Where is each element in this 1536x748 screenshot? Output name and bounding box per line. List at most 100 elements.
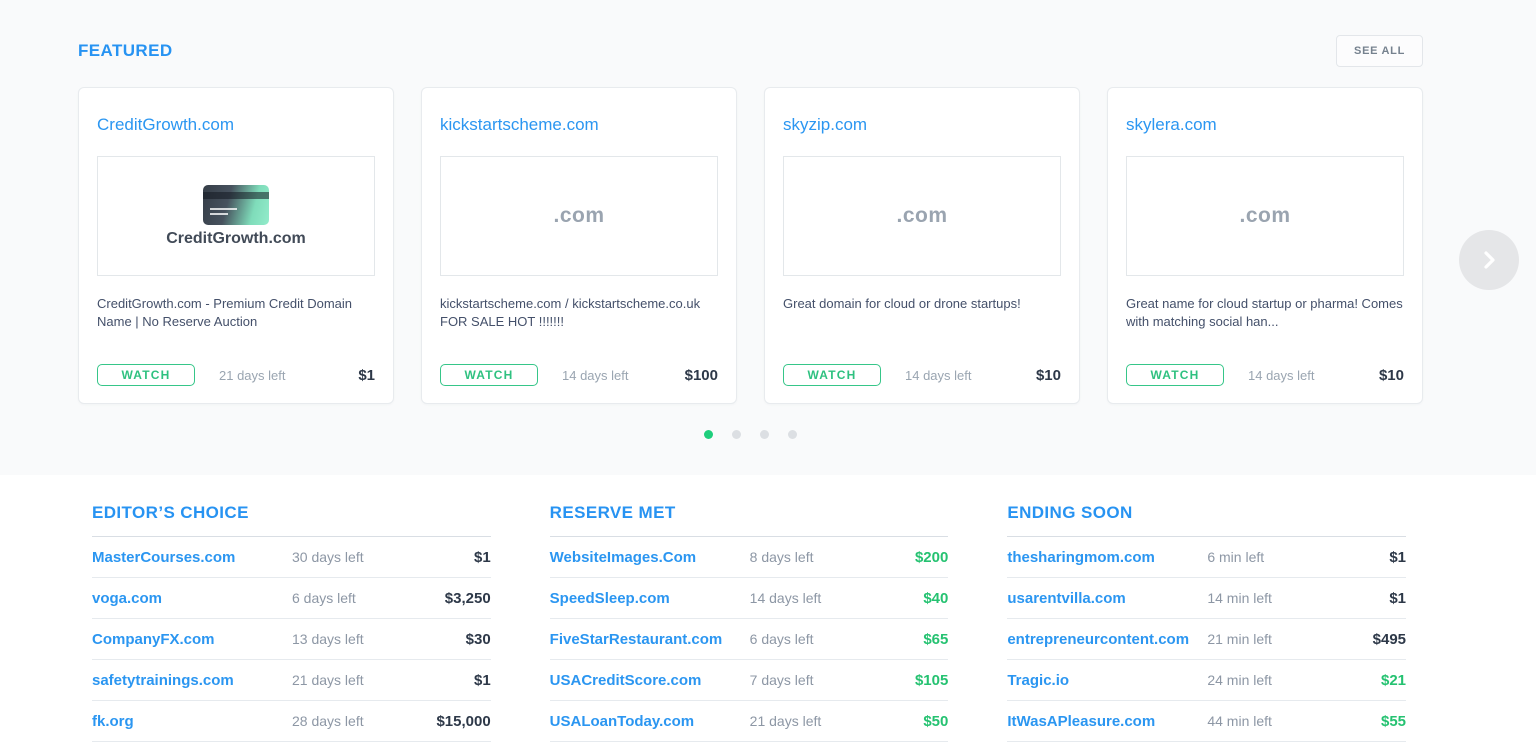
list-item[interactable]: Tragic.io 24 min left $21 bbox=[1007, 660, 1406, 701]
domain-link[interactable]: fk.org bbox=[92, 713, 292, 730]
watch-button[interactable]: WATCH bbox=[1126, 364, 1224, 386]
card-time-left: 14 days left bbox=[562, 368, 629, 383]
list-item[interactable]: ItWasAPleasure.com 44 min left $55 bbox=[1007, 701, 1406, 742]
time-left: 6 days left bbox=[292, 590, 356, 606]
price: $30 bbox=[466, 631, 491, 648]
highlight-lists: EDITOR’S CHOICE MasterCourses.com 30 day… bbox=[92, 503, 1406, 742]
time-left: 21 min left bbox=[1207, 631, 1272, 647]
card-price: $10 bbox=[1036, 367, 1061, 384]
featured-header: FEATURED SEE ALL bbox=[78, 36, 1423, 66]
list-item[interactable]: safetytrainings.com 21 days left $1 bbox=[92, 660, 491, 701]
card-stripe bbox=[203, 192, 269, 199]
time-left: 6 days left bbox=[750, 631, 814, 647]
time-left: 14 days left bbox=[750, 590, 822, 606]
time-left: 7 days left bbox=[750, 672, 814, 688]
card-image: CreditGrowth.com bbox=[97, 156, 375, 276]
list-item[interactable]: entrepreneurcontent.com 21 min left $495 bbox=[1007, 619, 1406, 660]
time-left: 14 min left bbox=[1207, 590, 1272, 606]
watch-button[interactable]: WATCH bbox=[440, 364, 538, 386]
price: $3,250 bbox=[445, 590, 491, 607]
card-description: Great name for cloud startup or pharma! … bbox=[1126, 295, 1404, 331]
price: $15,000 bbox=[436, 713, 490, 730]
reserve-met-column: RESERVE MET WebsiteImages.Com 8 days lef… bbox=[550, 503, 949, 742]
list-item[interactable]: WebsiteImages.Com 8 days left $200 bbox=[550, 537, 949, 578]
card-price: $10 bbox=[1379, 367, 1404, 384]
card-image: .com bbox=[440, 156, 718, 276]
price: $1 bbox=[474, 672, 491, 689]
price: $40 bbox=[923, 590, 948, 607]
domain-link[interactable]: voga.com bbox=[92, 590, 292, 607]
card-time-left: 21 days left bbox=[219, 368, 286, 383]
card-line bbox=[210, 213, 228, 215]
list-item[interactable]: SpeedSleep.com 14 days left $40 bbox=[550, 578, 949, 619]
domain-link[interactable]: USALoanToday.com bbox=[550, 713, 750, 730]
time-left: 28 days left bbox=[292, 713, 364, 729]
list-item[interactable]: CompanyFX.com 13 days left $30 bbox=[92, 619, 491, 660]
domain-link[interactable]: SpeedSleep.com bbox=[550, 590, 750, 607]
featured-title: FEATURED bbox=[78, 41, 173, 61]
featured-cards: CreditGrowth.com CreditGrowth.com Credit… bbox=[78, 87, 1423, 404]
auction-card[interactable]: skyzip.com .com Great domain for cloud o… bbox=[764, 87, 1080, 404]
time-left: 13 days left bbox=[292, 631, 364, 647]
domain-link[interactable]: CompanyFX.com bbox=[92, 631, 292, 648]
column-title: EDITOR’S CHOICE bbox=[92, 503, 491, 523]
dotcom-placeholder: .com bbox=[896, 204, 947, 228]
featured-section: FEATURED SEE ALL CreditGrowth.com Credit… bbox=[0, 0, 1536, 475]
list-item[interactable]: MasterCourses.com 30 days left $1 bbox=[92, 537, 491, 578]
auction-card[interactable]: CreditGrowth.com CreditGrowth.com Credit… bbox=[78, 87, 394, 404]
list-item[interactable]: usarentvilla.com 14 min left $1 bbox=[1007, 578, 1406, 619]
list-item[interactable]: fk.org 28 days left $15,000 bbox=[92, 701, 491, 742]
list-item[interactable]: thesharingmom.com 6 min left $1 bbox=[1007, 537, 1406, 578]
card-domain-link[interactable]: skyzip.com bbox=[783, 115, 1061, 135]
card-image: .com bbox=[1126, 156, 1404, 276]
list-item[interactable]: USALoanToday.com 21 days left $50 bbox=[550, 701, 949, 742]
see-all-button[interactable]: SEE ALL bbox=[1336, 35, 1423, 67]
watch-button[interactable]: WATCH bbox=[97, 364, 195, 386]
list-item[interactable]: voga.com 6 days left $3,250 bbox=[92, 578, 491, 619]
domain-link[interactable]: USACreditScore.com bbox=[550, 672, 750, 689]
column-title: ENDING SOON bbox=[1007, 503, 1406, 523]
carousel-dot[interactable] bbox=[732, 430, 741, 439]
domain-link[interactable]: MasterCourses.com bbox=[92, 549, 292, 566]
carousel-dot[interactable] bbox=[760, 430, 769, 439]
domain-link[interactable]: safetytrainings.com bbox=[92, 672, 292, 689]
time-left: 21 days left bbox=[292, 672, 364, 688]
domain-link[interactable]: thesharingmom.com bbox=[1007, 549, 1207, 566]
card-domain-link[interactable]: CreditGrowth.com bbox=[97, 115, 375, 135]
editors-choice-column: EDITOR’S CHOICE MasterCourses.com 30 day… bbox=[92, 503, 491, 742]
dotcom-placeholder: .com bbox=[1239, 204, 1290, 228]
domain-link[interactable]: usarentvilla.com bbox=[1007, 590, 1207, 607]
auction-card[interactable]: skylera.com .com Great name for cloud st… bbox=[1107, 87, 1423, 404]
price: $200 bbox=[915, 549, 948, 566]
price: $495 bbox=[1373, 631, 1406, 648]
card-description: Great domain for cloud or drone startups… bbox=[783, 295, 1061, 313]
domain-link[interactable]: FiveStarRestaurant.com bbox=[550, 631, 750, 648]
carousel-next-button[interactable] bbox=[1459, 230, 1519, 290]
domain-link[interactable]: ItWasAPleasure.com bbox=[1007, 713, 1207, 730]
card-footer: WATCH 14 days left $100 bbox=[440, 364, 718, 386]
price: $21 bbox=[1381, 672, 1406, 689]
card-line bbox=[210, 208, 237, 210]
carousel-dot[interactable] bbox=[788, 430, 797, 439]
price: $1 bbox=[1389, 590, 1406, 607]
time-left: 21 days left bbox=[750, 713, 822, 729]
list-item[interactable]: FiveStarRestaurant.com 6 days left $65 bbox=[550, 619, 949, 660]
price: $105 bbox=[915, 672, 948, 689]
card-image: .com bbox=[783, 156, 1061, 276]
auction-card[interactable]: kickstartscheme.com .com kickstartscheme… bbox=[421, 87, 737, 404]
time-left: 44 min left bbox=[1207, 713, 1272, 729]
watch-button[interactable]: WATCH bbox=[783, 364, 881, 386]
price: $1 bbox=[1389, 549, 1406, 566]
chevron-right-icon bbox=[1478, 249, 1500, 271]
card-domain-link[interactable]: skylera.com bbox=[1126, 115, 1404, 135]
domain-link[interactable]: WebsiteImages.Com bbox=[550, 549, 750, 566]
dotcom-placeholder: .com bbox=[553, 204, 604, 228]
card-footer: WATCH 14 days left $10 bbox=[1126, 364, 1404, 386]
card-description: kickstartscheme.com / kickstartscheme.co… bbox=[440, 295, 718, 331]
list-item[interactable]: USACreditScore.com 7 days left $105 bbox=[550, 660, 949, 701]
card-domain-link[interactable]: kickstartscheme.com bbox=[440, 115, 718, 135]
carousel-dot-active[interactable] bbox=[704, 430, 713, 439]
domain-link[interactable]: entrepreneurcontent.com bbox=[1007, 631, 1207, 648]
featured-inner: FEATURED SEE ALL CreditGrowth.com Credit… bbox=[78, 36, 1423, 439]
domain-link[interactable]: Tragic.io bbox=[1007, 672, 1207, 689]
